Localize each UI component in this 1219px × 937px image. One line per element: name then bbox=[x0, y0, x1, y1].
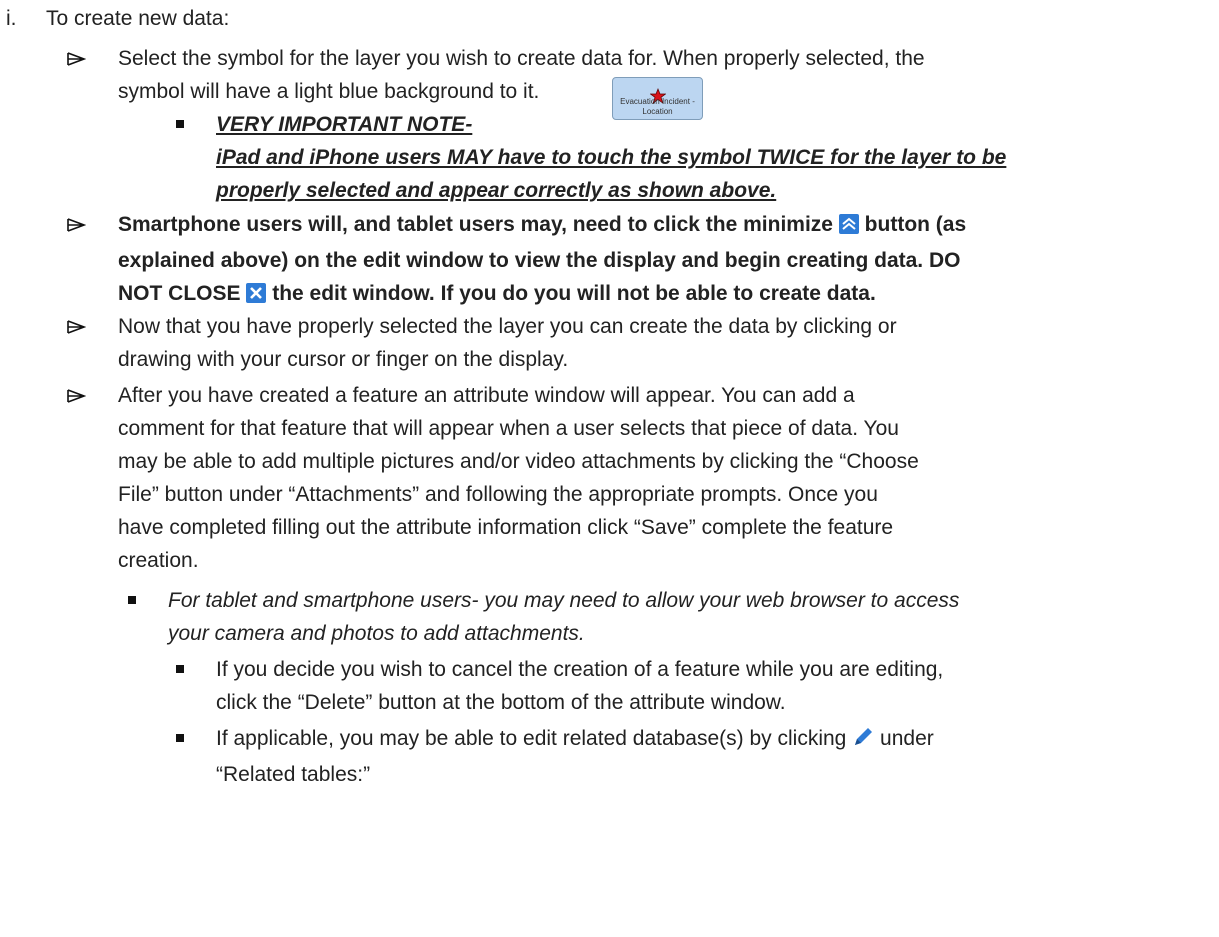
square-bullet bbox=[176, 734, 184, 742]
item-line: NOT CLOSE the edit window. If you do you… bbox=[118, 277, 1203, 313]
item-line: Smartphone users will, and tablet users … bbox=[118, 208, 1203, 244]
item-text: the edit window. If you do you will not … bbox=[272, 282, 876, 305]
heading-text: To create new data: bbox=[46, 7, 230, 30]
sub-list-item: For tablet and smartphone users- you may… bbox=[128, 584, 960, 650]
item-line: have completed filling out the attribute… bbox=[118, 516, 894, 539]
note-line: properly selected and appear correctly a… bbox=[216, 179, 777, 202]
minimize-icon bbox=[838, 211, 859, 244]
item-line: creation. bbox=[118, 549, 199, 572]
note-line: iPad and iPhone users MAY have to touch … bbox=[216, 146, 1007, 169]
square-bullet bbox=[176, 665, 184, 673]
item-line: drawing with your cursor or finger on th… bbox=[118, 348, 569, 371]
item-line: For tablet and smartphone users- you may… bbox=[168, 589, 960, 612]
sub-list-item: If applicable, you may be able to edit r… bbox=[176, 722, 934, 791]
item-line: your camera and photos to add attachment… bbox=[168, 622, 585, 645]
close-icon bbox=[246, 280, 267, 313]
list-marker: i. bbox=[6, 7, 17, 30]
arrow-bullet-icon bbox=[66, 379, 86, 412]
square-bullet bbox=[176, 120, 184, 128]
arrow-bullet-icon bbox=[66, 208, 86, 241]
list-item: After you have created a feature an attr… bbox=[67, 379, 1203, 577]
item-line: Select the symbol for the layer you wish… bbox=[118, 47, 925, 70]
item-text: If applicable, you may be able to edit r… bbox=[216, 727, 847, 750]
item-line: If you decide you wish to cancel the cre… bbox=[216, 658, 944, 681]
item-line: comment for that feature that will appea… bbox=[118, 417, 899, 440]
item-text: NOT CLOSE bbox=[118, 282, 241, 305]
list-item: Smartphone users will, and tablet users … bbox=[67, 208, 1203, 313]
item-line: explained above) on the edit window to v… bbox=[118, 249, 961, 272]
note-title: VERY IMPORTANT NOTE- bbox=[216, 113, 473, 136]
item-text: button (as bbox=[864, 213, 967, 236]
item-line: After you have created a feature an attr… bbox=[118, 384, 855, 407]
list-item: Now that you have properly selected the … bbox=[67, 310, 1203, 376]
arrow-bullet-icon bbox=[66, 42, 86, 75]
item-text: under bbox=[880, 727, 934, 750]
square-bullet bbox=[128, 596, 136, 604]
item-text: Smartphone users will, and tablet users … bbox=[118, 213, 833, 236]
item-line: Now that you have properly selected the … bbox=[118, 315, 897, 338]
arrow-bullet-icon bbox=[66, 310, 86, 343]
item-line: If applicable, you may be able to edit r… bbox=[216, 722, 934, 758]
item-line: File” button under “Attachments” and fol… bbox=[118, 483, 878, 506]
sub-list-item: If you decide you wish to cancel the cre… bbox=[176, 653, 944, 719]
list-heading: i. To create new data: bbox=[6, 2, 229, 35]
pencil-icon bbox=[852, 725, 874, 758]
item-line: click the “Delete” button at the bottom … bbox=[216, 691, 786, 714]
item-line: may be able to add multiple pictures and… bbox=[118, 450, 919, 473]
sub-list-item: VERY IMPORTANT NOTE- iPad and iPhone use… bbox=[176, 108, 1007, 207]
item-line: “Related tables:” bbox=[216, 763, 371, 786]
